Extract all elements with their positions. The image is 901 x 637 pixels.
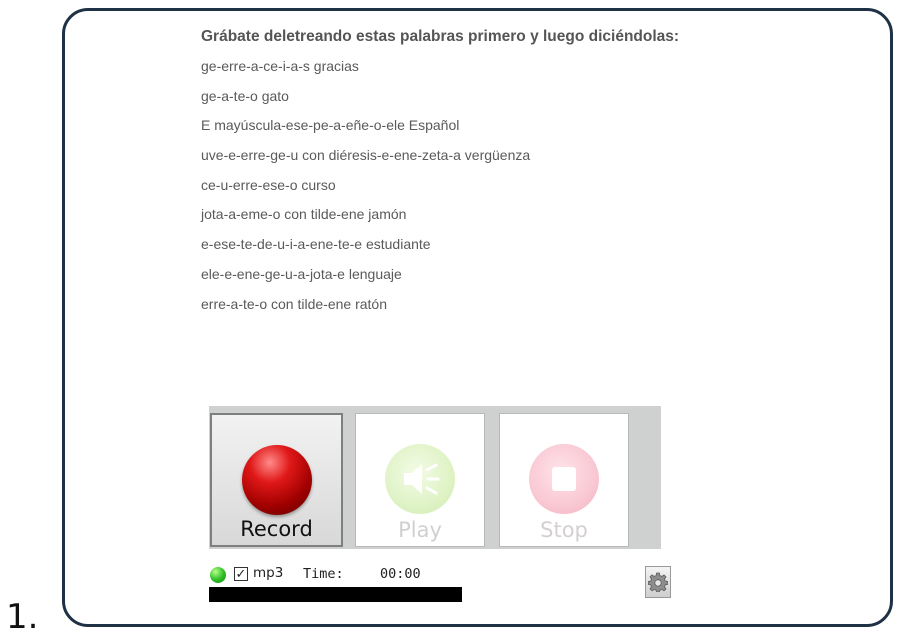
play-button[interactable]: Play xyxy=(355,413,485,547)
spelling-line: e-ese-te-de-u-i-a-ene-te-e estudiante xyxy=(201,236,431,253)
item-number: 1. xyxy=(6,597,39,637)
stop-button[interactable]: Stop xyxy=(499,413,629,547)
spelling-line: ele-e-ene-ge-u-a-jota-e lenguaje xyxy=(201,265,402,282)
spelling-line: erre-a-te-o con tilde-ene ratón xyxy=(201,295,387,312)
speaker-icon xyxy=(385,444,455,514)
mp3-label: mp3 xyxy=(253,565,284,581)
recording-progress-bar xyxy=(209,587,462,602)
audio-recorder: Record Play Stop xyxy=(209,406,661,549)
spelling-line: E mayúscula-ese-pe-a-eñe-o-ele Español xyxy=(201,117,460,134)
settings-button[interactable] xyxy=(645,566,671,598)
mp3-checkbox[interactable]: ✓ xyxy=(234,567,248,581)
spelling-line: uve-e-erre-ge-u con diéresis-e-ene-zeta-… xyxy=(201,147,531,164)
record-button[interactable]: Record xyxy=(210,413,343,547)
record-button-label: Record xyxy=(240,517,313,541)
stop-icon xyxy=(529,444,599,514)
spelling-line: jota-a-eme-o con tilde-ene jamón xyxy=(201,206,407,223)
play-button-label: Play xyxy=(398,518,442,542)
gear-icon xyxy=(648,572,668,592)
status-led-icon xyxy=(210,567,226,583)
recorder-status-bar: ✓ mp3 Time: 00:00 xyxy=(209,560,669,606)
time-value: 00:00 xyxy=(380,566,421,582)
time-label: Time: xyxy=(303,566,344,582)
instructions-heading: Grábate deletreando estas palabras prime… xyxy=(201,28,680,45)
spelling-line: ce-u-erre-ese-o curso xyxy=(201,176,336,193)
instructions-panel: Grábate deletreando estas palabras prime… xyxy=(201,28,841,324)
record-icon xyxy=(241,445,312,515)
spelling-line: ge-a-te-o gato xyxy=(201,87,289,104)
spelling-line: ge-erre-a-ce-i-a-s gracias xyxy=(201,58,359,74)
stop-button-label: Stop xyxy=(540,518,588,542)
